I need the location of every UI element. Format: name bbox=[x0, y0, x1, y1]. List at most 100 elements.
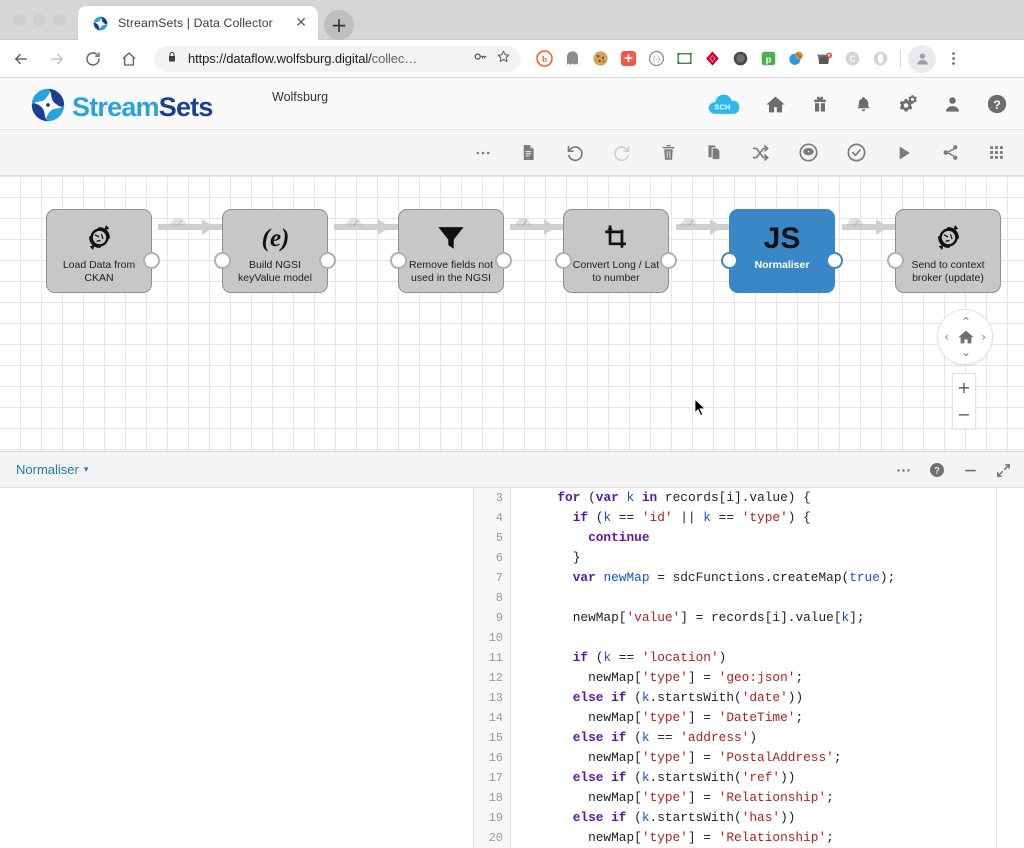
cookie-extension-icon[interactable] bbox=[587, 46, 613, 72]
stage-input-port[interactable] bbox=[555, 252, 572, 269]
code-line[interactable]: 8 bbox=[474, 588, 998, 608]
share-icon[interactable] bbox=[941, 143, 960, 162]
gift-icon[interactable] bbox=[810, 94, 830, 114]
pocket-plus-extension-icon[interactable] bbox=[615, 46, 641, 72]
code-line[interactable]: 13 else if (k.startsWith('date')) bbox=[474, 688, 998, 708]
code-line[interactable]: 10 bbox=[474, 628, 998, 648]
stage-output-port[interactable] bbox=[826, 252, 843, 269]
pipeline-stage-normaliser[interactable]: JS Normaliser bbox=[729, 209, 835, 293]
browser-tab[interactable]: StreamSets | Data Collector ✕ bbox=[78, 6, 318, 40]
code-scrollbar[interactable] bbox=[993, 488, 996, 848]
code-line[interactable]: 5 continue bbox=[474, 528, 998, 548]
screenshot-extension-icon[interactable] bbox=[671, 46, 697, 72]
code-line[interactable]: 12 newMap['type'] = 'geo:json'; bbox=[474, 668, 998, 688]
privacy-badger-extension-icon[interactable]: (-) bbox=[643, 46, 669, 72]
reload-icon[interactable] bbox=[78, 44, 108, 74]
more-actions-icon[interactable] bbox=[474, 144, 492, 162]
grid-icon[interactable] bbox=[987, 143, 1006, 162]
stage-input-port[interactable] bbox=[390, 252, 407, 269]
redo-icon[interactable] bbox=[612, 143, 632, 163]
app-logo[interactable]: StreamSets bbox=[30, 87, 213, 128]
chevron-down-icon[interactable]: ▾ bbox=[84, 465, 89, 475]
undo-icon[interactable] bbox=[565, 143, 585, 163]
duplicate-icon[interactable] bbox=[705, 143, 724, 162]
pipeline-stage-load-data-from-ckan[interactable]: Load Data from CKAN bbox=[46, 209, 152, 293]
help-icon[interactable]: ? bbox=[986, 93, 1008, 115]
home-icon[interactable] bbox=[765, 94, 786, 115]
start-icon[interactable] bbox=[894, 143, 914, 163]
new-tab-button[interactable]: + bbox=[324, 10, 354, 40]
tab-close-icon[interactable]: ✕ bbox=[290, 12, 312, 34]
preview-icon[interactable] bbox=[798, 142, 819, 163]
code-line[interactable]: 16 newMap['type'] = 'PostalAddress'; bbox=[474, 748, 998, 768]
forward-icon[interactable] bbox=[42, 44, 72, 74]
shuffle-icon[interactable] bbox=[751, 143, 771, 163]
gears-icon[interactable] bbox=[897, 93, 919, 115]
browser-menu-icon[interactable] bbox=[940, 46, 966, 72]
key-icon[interactable] bbox=[473, 49, 488, 69]
code-line[interactable]: 17 else if (k.startsWith('ref')) bbox=[474, 768, 998, 788]
panel-help-icon[interactable]: ? bbox=[928, 461, 946, 479]
dark-globe-extension-icon[interactable] bbox=[727, 46, 753, 72]
stage-input-port[interactable] bbox=[887, 252, 904, 269]
pan-up-icon[interactable]: ⌃ bbox=[961, 316, 971, 328]
stage-output-port[interactable] bbox=[495, 252, 512, 269]
sch-badge[interactable]: SCH bbox=[707, 91, 741, 117]
code-line[interactable]: 6 } bbox=[474, 548, 998, 568]
bell-icon[interactable] bbox=[854, 95, 873, 114]
zoom-out-button[interactable]: − bbox=[953, 401, 975, 428]
ghost-extension-icon[interactable] bbox=[559, 46, 585, 72]
stage-output-port[interactable] bbox=[660, 252, 677, 269]
code-lines[interactable]: 3 for (var k in records[i].value) {4 if … bbox=[474, 488, 998, 848]
bookmark-star-icon[interactable] bbox=[496, 49, 511, 69]
pipeline-stage-send-to-context-broker[interactable]: Send to context broker (update) bbox=[895, 209, 1001, 293]
code-line[interactable]: 9 newMap['value'] = records[i].value[k]; bbox=[474, 608, 998, 628]
pan-left-icon[interactable]: ‹ bbox=[944, 331, 949, 343]
pipeline-stage-build-ngsi-keyvalue-model[interactable]: (e) Build NGSI keyValue model bbox=[222, 209, 328, 293]
stage-selector-label[interactable]: Normaliser bbox=[16, 462, 79, 477]
window-minimize-button[interactable] bbox=[33, 14, 45, 26]
window-close-button[interactable] bbox=[13, 14, 25, 26]
pipeline-stage-convert-long-lat[interactable]: Convert Long / Lat to number bbox=[563, 209, 669, 293]
pan-right-icon[interactable]: › bbox=[981, 331, 986, 343]
stage-output-port[interactable] bbox=[143, 252, 160, 269]
panel-minimize-icon[interactable] bbox=[962, 462, 979, 479]
code-line[interactable]: 7 var newMap = sdcFunctions.createMap(tr… bbox=[474, 568, 998, 588]
code-line[interactable]: 11 if (k == 'location') bbox=[474, 648, 998, 668]
delete-icon[interactable] bbox=[659, 143, 678, 162]
c-extension-icon[interactable]: C bbox=[839, 46, 865, 72]
code-line[interactable]: 18 newMap['type'] = 'Relationship'; bbox=[474, 788, 998, 808]
document-icon[interactable] bbox=[519, 143, 538, 162]
pushbullet-extension-icon[interactable]: p bbox=[755, 46, 781, 72]
window-maximize-button[interactable] bbox=[53, 14, 65, 26]
code-line[interactable]: 19 else if (k.startsWith('has')) bbox=[474, 808, 998, 828]
bitly-extension-icon[interactable]: b bbox=[531, 46, 557, 72]
validate-icon[interactable] bbox=[846, 142, 867, 163]
pan-home-icon[interactable] bbox=[957, 328, 975, 348]
code-line[interactable]: 20 newMap['type'] = 'Relationship'; bbox=[474, 828, 998, 848]
code-line[interactable]: 15 else if (k == 'address') bbox=[474, 728, 998, 748]
trash-extension-icon[interactable] bbox=[811, 46, 837, 72]
opera-extension-icon[interactable] bbox=[867, 46, 893, 72]
user-icon[interactable] bbox=[943, 95, 962, 114]
address-bar[interactable]: https://dataflow.wolfsburg.digital/colle… bbox=[154, 46, 521, 72]
pipeline-canvas[interactable]: Load Data from CKAN (e) Build NGSI keyVa… bbox=[0, 176, 1024, 451]
panel-maximize-icon[interactable] bbox=[995, 462, 1012, 479]
canvas-pan-control[interactable]: ⌃ ⌄ ‹ › bbox=[937, 309, 993, 365]
stage-input-port[interactable] bbox=[214, 252, 231, 269]
canvas-zoom-control[interactable]: + − bbox=[952, 373, 976, 429]
profile-avatar[interactable] bbox=[908, 45, 936, 73]
ruby-extension-icon[interactable] bbox=[699, 46, 725, 72]
code-line[interactable]: 4 if (k == 'id' || k == 'type') { bbox=[474, 508, 998, 528]
home-icon[interactable] bbox=[114, 44, 144, 74]
pipeline-stage-remove-fields[interactable]: Remove fields not used in the NGSI bbox=[398, 209, 504, 293]
code-line[interactable]: 14 newMap['type'] = 'DateTime'; bbox=[474, 708, 998, 728]
panel-more-icon[interactable] bbox=[895, 462, 912, 479]
cookie-autodelete-extension-icon[interactable] bbox=[783, 46, 809, 72]
stage-input-port[interactable] bbox=[721, 252, 738, 269]
back-icon[interactable] bbox=[6, 44, 36, 74]
stage-output-port[interactable] bbox=[319, 252, 336, 269]
zoom-in-button[interactable]: + bbox=[953, 374, 975, 401]
code-editor[interactable]: 3 for (var k in records[i].value) {4 if … bbox=[473, 488, 997, 848]
code-line[interactable]: 3 for (var k in records[i].value) { bbox=[474, 488, 998, 508]
